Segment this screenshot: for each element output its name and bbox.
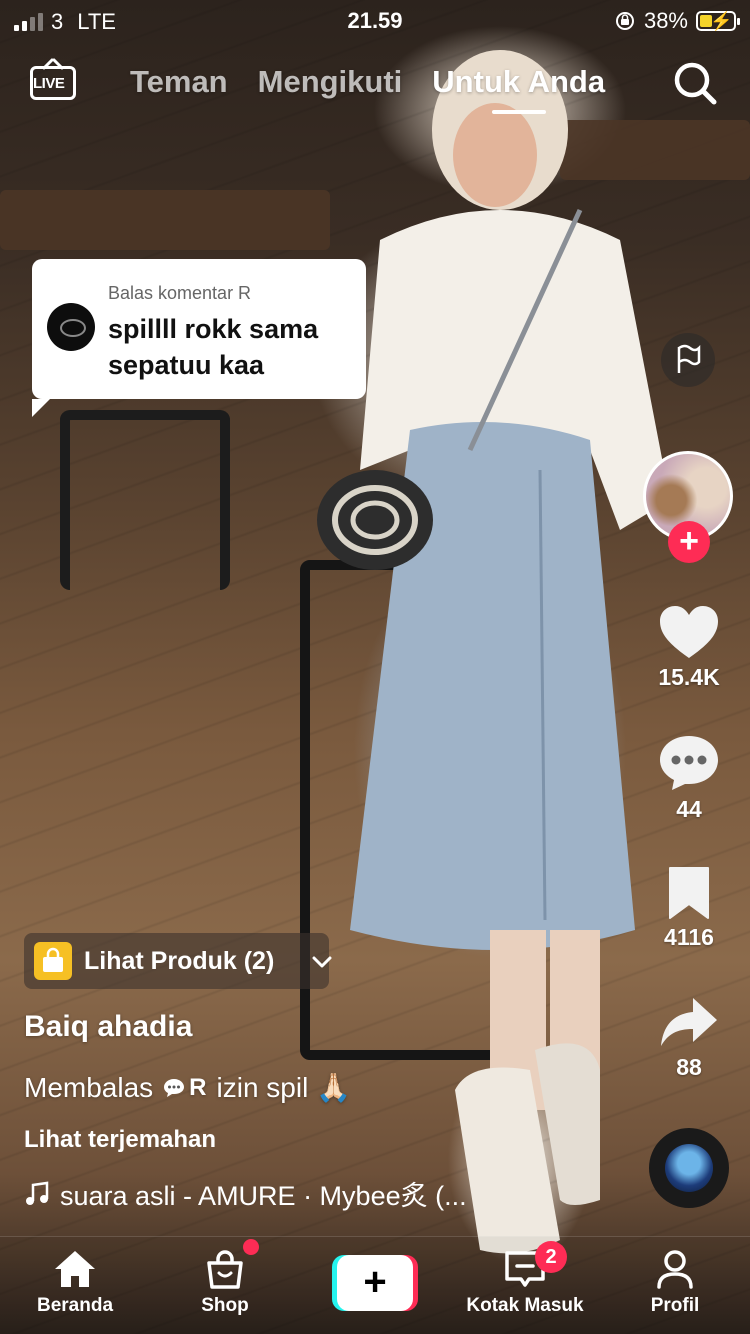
bookmark-count: 4116 — [664, 924, 714, 950]
nav-shop[interactable]: Shop — [155, 1247, 295, 1317]
like-button[interactable]: 15.4K — [650, 604, 728, 691]
battery-percent: 38% — [643, 8, 688, 33]
music-cover — [665, 1144, 713, 1192]
status-right: 38% ⚡ — [614, 8, 740, 34]
caption-text: izin spil 🙏🏻 — [216, 1072, 351, 1103]
reply-to-badge[interactable]: R — [163, 1073, 207, 1102]
music-disc[interactable] — [649, 1128, 729, 1208]
feed-tabs: Teman Mengikuti Untuk Anda — [130, 64, 605, 114]
comment-count: 44 — [676, 796, 702, 822]
orientation-lock-icon — [615, 12, 634, 30]
background-table — [0, 190, 330, 250]
shop-notification-dot — [243, 1239, 259, 1255]
author-name[interactable]: Baiq ahadia — [24, 1010, 192, 1044]
share-count: 88 — [676, 1054, 702, 1080]
nav-inbox-label: Kotak Masuk — [466, 1295, 584, 1316]
nav-shop-label: Shop — [201, 1295, 249, 1316]
follow-button[interactable]: + — [668, 521, 710, 563]
bookmark-button[interactable]: 4116 — [650, 866, 728, 951]
post-caption: Membalas R izin spil 🙏🏻 — [24, 1071, 351, 1104]
flag-button[interactable] — [661, 333, 715, 387]
share-button[interactable]: 88 — [650, 996, 728, 1081]
reply-comment-sticker[interactable]: Balas komentar R spillll rokk sama sepat… — [32, 259, 366, 417]
caption-prefix: Membalas — [24, 1071, 154, 1103]
shop-icon — [207, 1250, 243, 1289]
music-info[interactable]: suara asli - AMURE · Mybee炙 (... — [24, 1174, 524, 1213]
bottom-nav: Beranda Shop + Kotak Masuk 2 Profil — [0, 1236, 750, 1334]
nav-inbox[interactable]: Kotak Masuk — [455, 1247, 595, 1317]
chevron-down-icon — [312, 956, 332, 968]
flag-icon — [677, 344, 701, 373]
video-feed-screen[interactable]: 3 LTE 21.59 38% ⚡ LIVE Teman Mengikuti U… — [0, 0, 750, 1334]
shop-bag-icon — [34, 942, 72, 980]
music-title: suara asli - AMURE · Mybee炙 (... — [60, 1181, 467, 1211]
reply-to-name: R — [189, 1073, 207, 1101]
product-label: Lihat Produk (2) — [84, 947, 275, 975]
reply-comment-text: spillll rokk sama sepatuu kaa — [108, 314, 319, 380]
commenter-avatar — [47, 303, 95, 351]
search-icon[interactable] — [672, 60, 718, 106]
reply-header: Balas komentar R — [108, 283, 252, 303]
home-icon — [55, 1251, 95, 1287]
share-icon — [661, 998, 717, 1046]
nav-profile-label: Profil — [650, 1295, 700, 1316]
nav-home[interactable]: Beranda — [5, 1247, 145, 1317]
create-button[interactable]: + — [332, 1255, 418, 1311]
nav-profile[interactable]: Profil — [605, 1247, 745, 1317]
product-link[interactable]: Lihat Produk (2) — [24, 933, 332, 989]
heart-icon — [660, 606, 718, 658]
bookmark-icon — [669, 867, 709, 919]
translate-link[interactable]: Lihat terjemahan — [24, 1126, 216, 1154]
top-nav: LIVE Teman Mengikuti Untuk Anda — [0, 56, 750, 116]
battery-icon: ⚡ — [696, 11, 740, 31]
inbox-badge: 2 — [535, 1241, 567, 1273]
like-count: 15.4K — [658, 664, 720, 690]
tab-untuk-anda[interactable]: Untuk Anda — [432, 64, 605, 114]
plus-icon: + — [679, 522, 699, 560]
comment-button[interactable]: 44 — [650, 734, 728, 823]
comment-bubble-icon — [164, 1078, 185, 1097]
tab-teman[interactable]: Teman — [130, 64, 228, 100]
live-label: LIVE — [33, 75, 65, 92]
music-note-icon — [26, 1181, 49, 1205]
status-bar: 3 LTE 21.59 38% ⚡ — [0, 0, 750, 44]
live-button[interactable]: LIVE — [30, 58, 82, 104]
profile-icon — [657, 1250, 693, 1289]
comment-icon — [660, 736, 718, 790]
background-chair — [60, 410, 230, 590]
tab-mengikuti[interactable]: Mengikuti — [258, 64, 403, 100]
nav-home-label: Beranda — [36, 1295, 114, 1316]
plus-icon: + — [337, 1255, 413, 1311]
